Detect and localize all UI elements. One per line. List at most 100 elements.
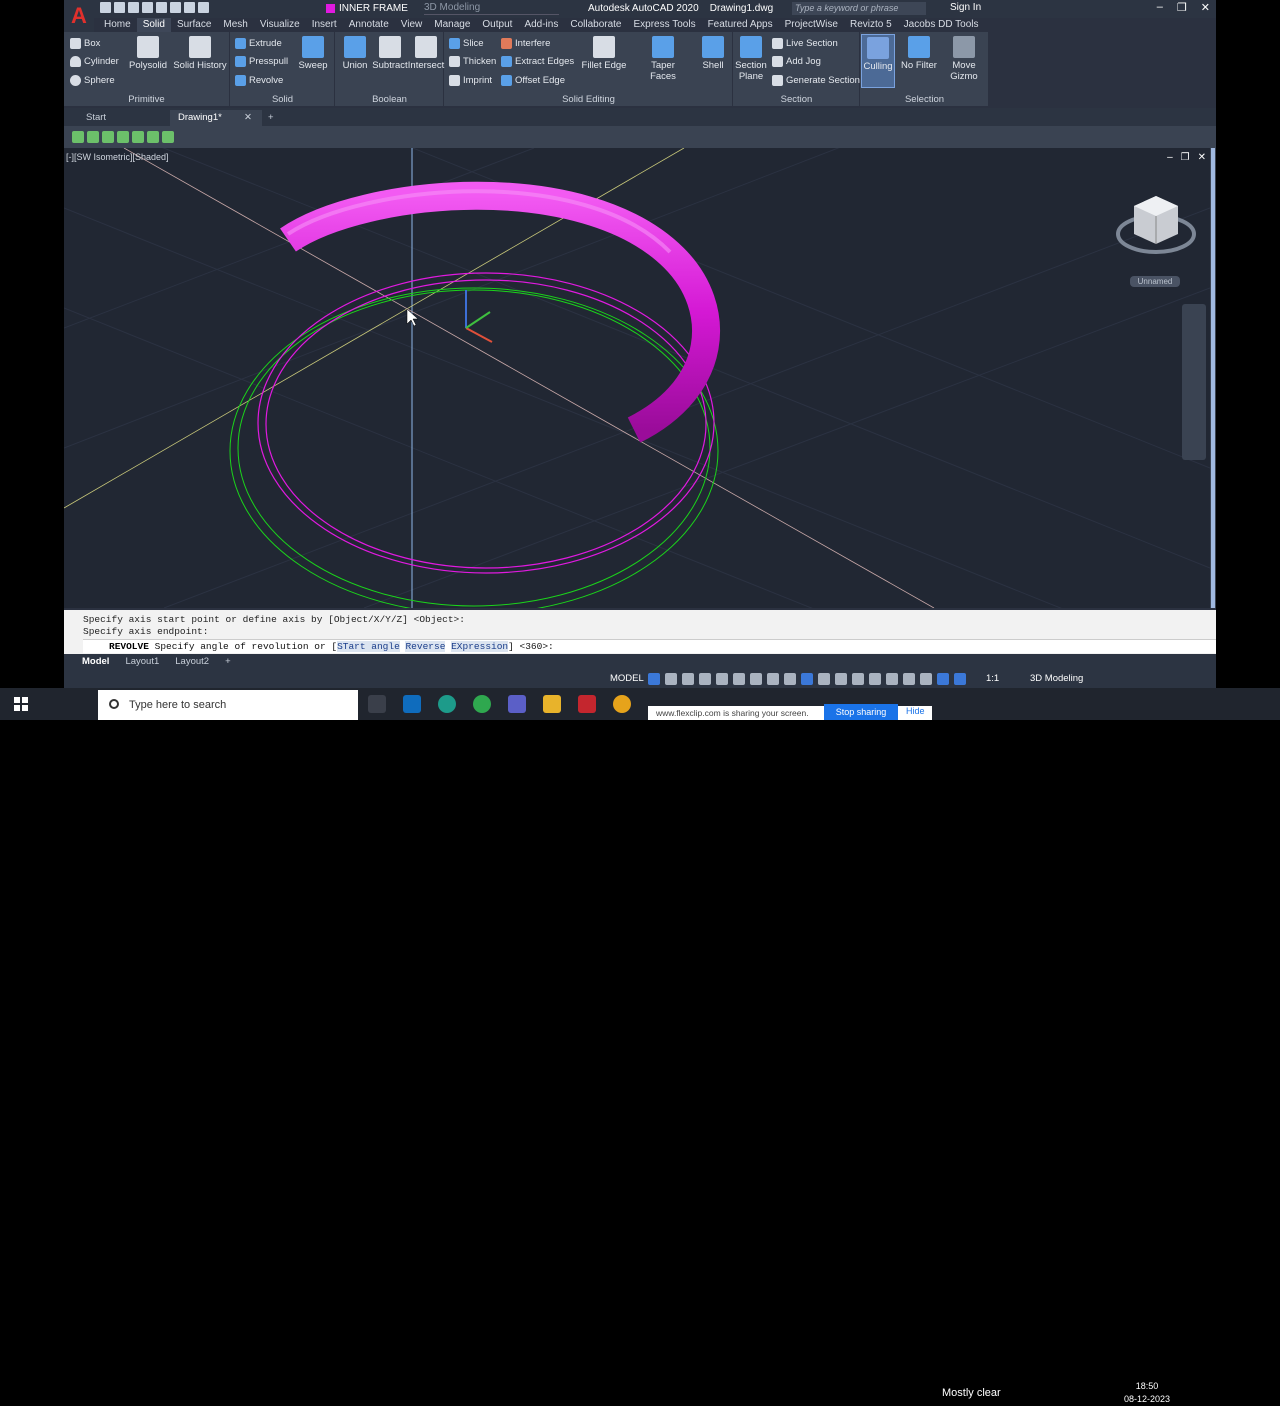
move-gizmo-button[interactable]: Move Gizmo <box>947 36 981 82</box>
units-icon[interactable] <box>886 673 898 685</box>
tab-projectwise[interactable]: ProjectWise <box>779 18 844 32</box>
workspace-dropdown[interactable]: 3D Modeling <box>424 2 559 15</box>
new-tab-icon[interactable]: + <box>266 110 280 126</box>
save-icon[interactable] <box>128 2 139 13</box>
layer-tool-icon[interactable] <box>117 131 129 143</box>
app-icon[interactable] <box>473 695 491 713</box>
close-tab-icon[interactable]: ✕ <box>242 110 256 126</box>
tab-manage[interactable]: Manage <box>428 18 476 32</box>
tab-start[interactable]: Start <box>78 110 168 126</box>
command-input[interactable]: REVOLVE Specify angle of revolution or [… <box>83 639 1216 653</box>
union-button[interactable]: Union <box>338 36 372 71</box>
minimize-icon[interactable]: – <box>1157 1 1163 14</box>
ucs-name-badge[interactable]: Unnamed <box>1130 276 1180 287</box>
model-space-canvas[interactable] <box>64 148 1210 608</box>
chrome-icon[interactable] <box>613 695 631 713</box>
vp-minimize-icon[interactable]: – <box>1167 152 1173 163</box>
shell-button[interactable]: Shell <box>697 36 729 71</box>
vp-close-icon[interactable]: ✕ <box>1198 152 1206 163</box>
tab-collaborate[interactable]: Collaborate <box>564 18 627 32</box>
polysolid-button[interactable]: Polysolid <box>128 36 168 71</box>
transparency-icon[interactable] <box>835 673 847 685</box>
drawing-viewport[interactable]: [-][SW Isometric][Shaded] – ❐ ✕ Unnamed <box>64 148 1210 608</box>
otrack-icon[interactable] <box>767 673 779 685</box>
file-explorer-icon[interactable] <box>543 695 561 713</box>
autocad-logo-icon[interactable]: A <box>64 0 94 32</box>
3d-osnap-icon[interactable] <box>750 673 762 685</box>
section-plane-button[interactable]: Section Plane <box>734 36 768 82</box>
interfere-button[interactable]: Interfere <box>501 38 550 49</box>
layer-tool-icon[interactable] <box>147 131 159 143</box>
layer-tool-icon[interactable] <box>72 131 84 143</box>
navigation-bar[interactable] <box>1182 304 1206 460</box>
fillet-edge-button[interactable]: Fillet Edge <box>579 36 629 71</box>
restore-icon[interactable]: ❐ <box>1177 1 1187 14</box>
tab-jacobs-dd-tools[interactable]: Jacobs DD Tools <box>898 18 985 32</box>
slice-button[interactable]: Slice <box>449 38 484 49</box>
live-section-button[interactable]: Live Section <box>772 38 838 49</box>
generate-section-button[interactable]: Generate Section <box>772 75 860 86</box>
snap-icon[interactable] <box>665 673 677 685</box>
teams-icon[interactable] <box>508 695 526 713</box>
workspace-switch[interactable]: 3D Modeling <box>1030 673 1083 684</box>
option-expression[interactable]: EXpression <box>451 641 509 652</box>
tab-model[interactable]: Model <box>74 654 117 670</box>
offset-edge-button[interactable]: Offset Edge <box>501 75 565 86</box>
annotation-monitor-icon[interactable] <box>869 673 881 685</box>
option-reverse[interactable]: Reverse <box>405 641 446 652</box>
tab-mesh[interactable]: Mesh <box>217 18 253 32</box>
new-icon[interactable] <box>100 2 111 13</box>
tab-revizto-5[interactable]: Revizto 5 <box>844 18 898 32</box>
outlook-icon[interactable] <box>403 695 421 713</box>
hide-share-button[interactable]: Hide <box>906 706 925 716</box>
layer-tool-icon[interactable] <box>87 131 99 143</box>
tab-layout2[interactable]: Layout2 <box>167 654 217 670</box>
thicken-button[interactable]: Thicken <box>449 56 496 67</box>
vp-restore-icon[interactable]: ❐ <box>1181 152 1190 163</box>
culling-button[interactable]: Culling <box>861 34 895 88</box>
grid-icon[interactable] <box>648 673 660 685</box>
lock-ui-icon[interactable] <box>920 673 932 685</box>
gizmo-toggle-icon[interactable] <box>852 673 864 685</box>
plot-icon[interactable] <box>170 2 181 13</box>
annotation-visibility-icon[interactable] <box>937 673 949 685</box>
auto-scale-icon[interactable] <box>954 673 966 685</box>
layer-tool-icon[interactable] <box>102 131 114 143</box>
close-icon[interactable]: ✕ <box>1201 1 1210 14</box>
quick-properties-icon[interactable] <box>903 673 915 685</box>
presspull-button[interactable]: Presspull <box>235 56 288 67</box>
layer-tool-icon[interactable] <box>132 131 144 143</box>
cylinder-button[interactable]: Cylinder <box>70 56 119 67</box>
add-layout-icon[interactable]: + <box>217 654 239 670</box>
extrude-button[interactable]: Extrude <box>235 38 282 49</box>
revolve-button[interactable]: Revolve <box>235 75 283 86</box>
stop-sharing-button[interactable]: Stop sharing <box>824 704 898 720</box>
tab-output[interactable]: Output <box>476 18 518 32</box>
sweep-button[interactable]: Sweep <box>295 36 331 71</box>
lineweight-icon[interactable] <box>818 673 830 685</box>
web-icon[interactable] <box>156 2 167 13</box>
open-icon[interactable] <box>114 2 125 13</box>
no-filter-button[interactable]: No Filter <box>899 36 939 71</box>
ortho-icon[interactable] <box>682 673 694 685</box>
weather-widget[interactable]: Mostly clear <box>942 1387 1001 1399</box>
tab-solid[interactable]: Solid <box>136 18 171 32</box>
box-button[interactable]: Box <box>70 38 100 49</box>
layer-dropdown[interactable]: INNER FRAME <box>326 2 416 15</box>
tab-express-tools[interactable]: Express Tools <box>628 18 702 32</box>
tab-annotate[interactable]: Annotate <box>343 18 395 32</box>
osnap-icon[interactable] <box>733 673 745 685</box>
pdf-icon[interactable] <box>578 695 596 713</box>
polar-icon[interactable] <box>699 673 711 685</box>
tab-layout1[interactable]: Layout1 <box>117 654 167 670</box>
sign-in-link[interactable]: Sign In <box>950 2 981 13</box>
isodraft-icon[interactable] <box>716 673 728 685</box>
solid-history-button[interactable]: Solid History <box>172 36 228 71</box>
tab-visualize[interactable]: Visualize <box>254 18 306 32</box>
imprint-button[interactable]: Imprint <box>449 75 492 86</box>
taper-faces-button[interactable]: Taper Faces <box>637 36 689 82</box>
layer-tool-icon[interactable] <box>162 131 174 143</box>
viewport-label[interactable]: [-][SW Isometric][Shaded] <box>66 152 169 162</box>
windows-start-icon[interactable] <box>14 697 28 711</box>
tab-add-ins[interactable]: Add-ins <box>518 18 564 32</box>
